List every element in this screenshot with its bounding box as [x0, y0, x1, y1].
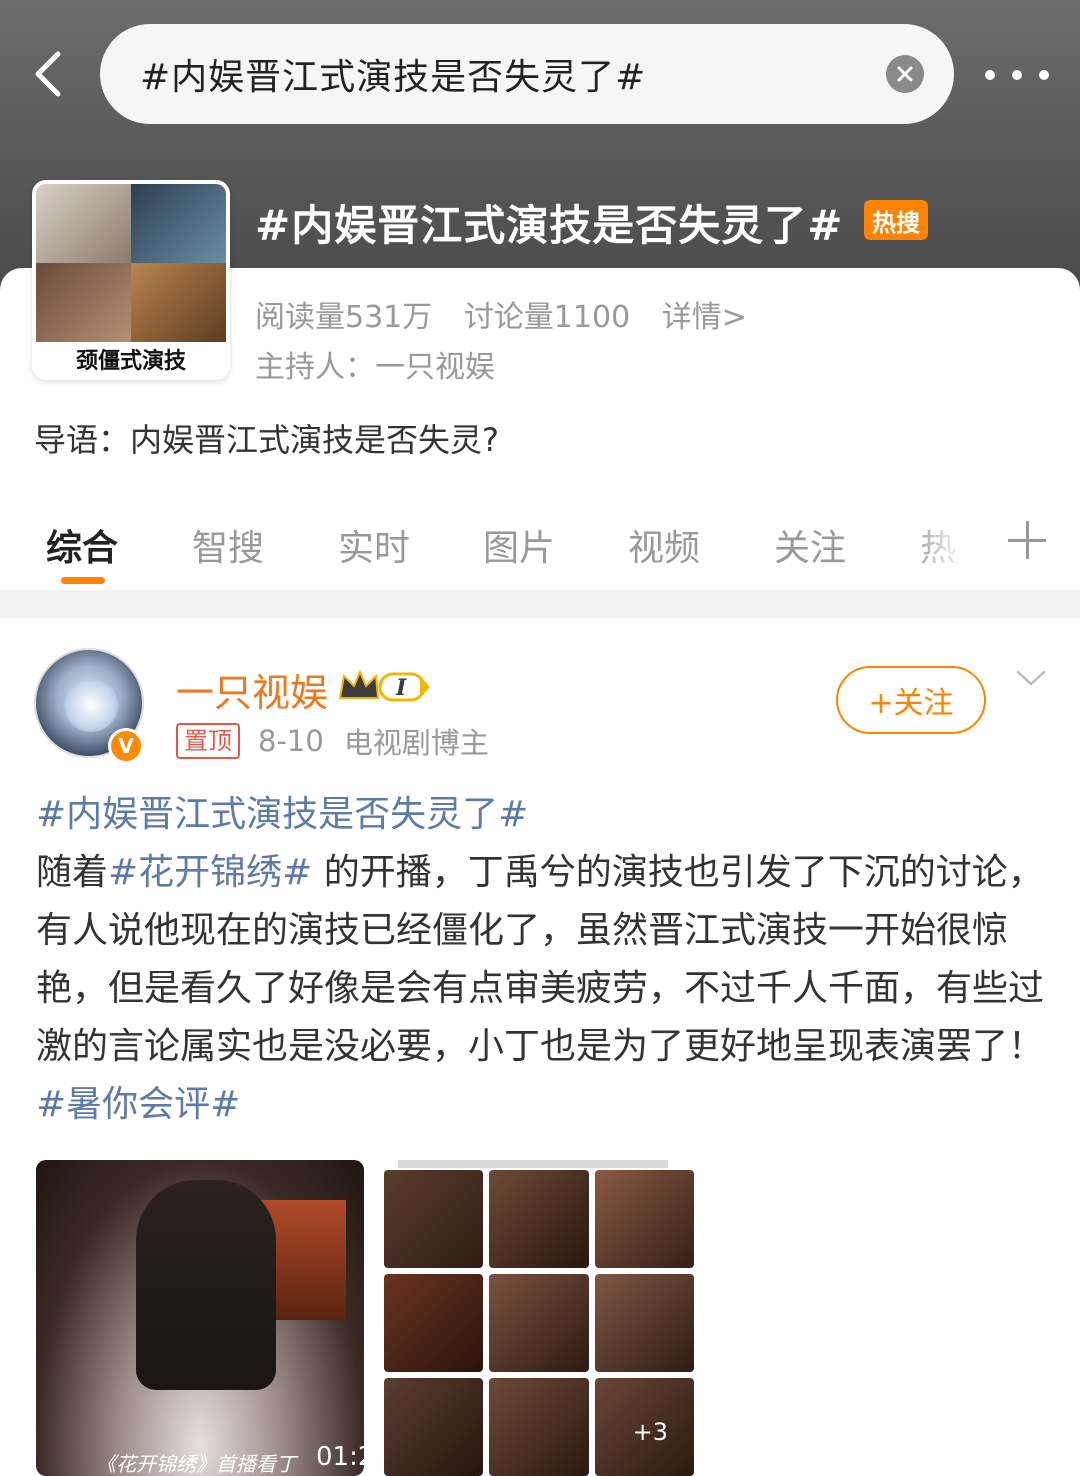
thumbnail-image-grid — [36, 184, 226, 342]
post-username[interactable]: 一只视娱 — [176, 662, 328, 717]
topic-stats: 阅读量531万 讨论量1100 详情> — [255, 292, 769, 336]
member-crown-icon: I — [338, 669, 430, 702]
pinned-badge: 置顶 — [176, 723, 240, 759]
more-options-button[interactable] — [985, 60, 1049, 90]
search-query-text: #内娱晋江式演技是否失灵了# — [140, 57, 647, 98]
dot-icon — [1012, 70, 1022, 80]
hot-badge: 热搜 — [864, 200, 928, 240]
tab-comprehensive[interactable]: 综合 — [46, 519, 118, 571]
details-link[interactable]: 详情> — [662, 300, 747, 335]
video-duration: 01:20 — [316, 1442, 364, 1472]
topic-title: #内娱晋江式演技是否失灵了# — [255, 201, 844, 250]
add-tab-icon[interactable] — [1008, 521, 1048, 561]
clear-search-button[interactable] — [886, 55, 924, 93]
verified-badge-icon: V — [108, 728, 144, 764]
grid-image[interactable] — [384, 1170, 484, 1268]
read-count: 阅读量531万 — [255, 300, 433, 335]
video-thumbnail[interactable]: 《花开锦绣》首播看丁 01:20 — [36, 1160, 364, 1476]
grid-image[interactable] — [384, 1274, 484, 1372]
active-tab-indicator — [61, 577, 105, 584]
chevron-left-icon — [35, 51, 61, 97]
topic-intro: 导语：内娱晋江式演技是否失灵? — [34, 421, 499, 459]
video-figure — [136, 1180, 276, 1390]
image-grid[interactable]: +3 — [384, 1170, 694, 1476]
thumbnail-image — [131, 263, 226, 342]
chevron-down-icon[interactable] — [1016, 664, 1046, 694]
post-meta: 置顶 8-10 电视剧博主 — [176, 720, 489, 762]
tab-smart-search[interactable]: 智搜 — [192, 519, 264, 571]
thumbnail-caption: 颈僵式演技 — [36, 342, 226, 376]
grid-image[interactable] — [594, 1274, 694, 1372]
discussion-count: 讨论量1100 — [463, 300, 631, 335]
grid-image[interactable] — [384, 1378, 484, 1476]
tab-images[interactable]: 图片 — [483, 519, 555, 571]
tab-bar: 综合 智搜 实时 图片 视频 关注 热 — [0, 505, 1080, 590]
grid-image[interactable] — [489, 1274, 589, 1372]
hashtag-link[interactable]: #花开锦绣# — [108, 852, 312, 893]
dot-icon — [985, 70, 995, 80]
tab-fade-overlay — [910, 515, 980, 575]
thumbnail-image — [36, 263, 131, 342]
post-card: V 一只视娱 I 置顶 8-10 电视剧博主 +关注 #内娱晋江式演技是否失灵了… — [0, 618, 1080, 1476]
back-button[interactable] — [22, 44, 72, 104]
dot-icon — [1039, 70, 1049, 80]
grid-image[interactable] — [489, 1170, 589, 1268]
tab-videos[interactable]: 视频 — [628, 519, 700, 571]
thumbnail-image — [131, 184, 226, 263]
post-text-segment: 随着 — [36, 852, 109, 893]
more-images-count: +3 — [632, 1418, 669, 1446]
topic-thumbnail[interactable]: 颈僵式演技 — [32, 180, 230, 380]
avatar-logo — [64, 678, 118, 732]
grid-image[interactable]: +3 — [594, 1378, 694, 1476]
hashtag-link[interactable]: #暑你会评# — [36, 1084, 240, 1125]
grid-image[interactable] — [489, 1378, 589, 1476]
hashtag-link[interactable]: #内娱晋江式演技是否失灵了# — [36, 794, 528, 835]
thumbnail-image — [36, 184, 131, 263]
level-text: I — [395, 675, 407, 701]
topic-host: 主持人：一只视娱 — [255, 350, 495, 385]
post-body: #内娱晋江式演技是否失灵了# 随着#花开锦绣# 的开播，丁禹兮的演技也引发了下沉… — [36, 786, 1046, 1134]
post-date: 8-10 — [258, 724, 324, 758]
follow-button[interactable]: +关注 — [836, 666, 986, 734]
video-caption: 《花开锦绣》首播看丁 — [96, 1452, 296, 1476]
search-input[interactable]: #内娱晋江式演技是否失灵了# — [100, 24, 954, 124]
tab-realtime[interactable]: 实时 — [338, 519, 410, 571]
tab-following[interactable]: 关注 — [774, 519, 846, 571]
grid-image[interactable] — [594, 1170, 694, 1268]
image-header-strip — [398, 1160, 668, 1168]
close-icon — [897, 66, 913, 82]
author-role: 电视剧博主 — [343, 726, 489, 760]
